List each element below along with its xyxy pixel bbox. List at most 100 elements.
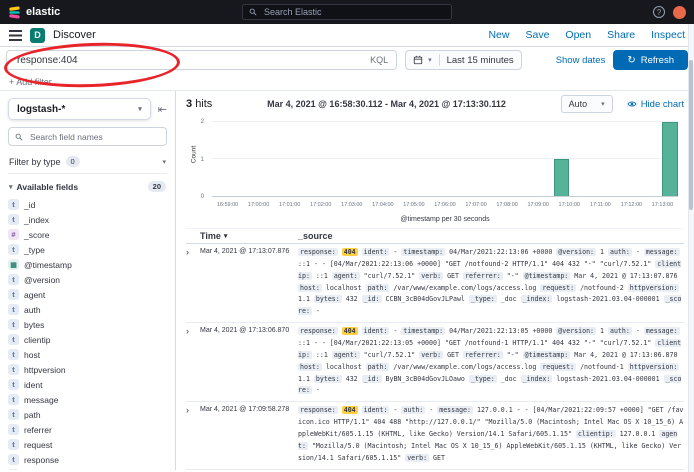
chevron-down-icon: ▾ — [9, 183, 13, 191]
field-item-timestamp[interactable]: ttimestamp — [8, 467, 167, 470]
field-item-path[interactable]: tpath — [8, 407, 167, 422]
collapse-sidebar-icon[interactable]: ⇤ — [158, 103, 167, 116]
x-tick-label: 17:05:00 — [403, 202, 424, 208]
source-field-name: @timestamp: — [523, 272, 571, 280]
hide-chart-button[interactable]: Hide chart — [627, 99, 684, 110]
query-toolbar: KQL ▾ Last 15 minutes Show dates ↻ Refre… — [0, 47, 694, 73]
source-value: 127.0.0.1 — [620, 430, 656, 438]
time-column-header[interactable]: Time ▾ — [200, 231, 298, 241]
global-search-input[interactable] — [262, 6, 445, 18]
source-field-name: auth: — [608, 248, 632, 256]
histogram-bar[interactable] — [662, 122, 678, 196]
field-item-response[interactable]: tresponse — [8, 452, 167, 467]
source-field-name: @version: — [556, 327, 596, 335]
show-dates-button[interactable]: Show dates — [556, 55, 606, 66]
source-value: ::1 — [316, 272, 328, 280]
expand-row-icon[interactable]: › — [186, 247, 200, 318]
source-value: ::1 — [316, 351, 328, 359]
x-tick-label: 17:00:00 — [248, 202, 269, 208]
expand-row-icon[interactable]: › — [186, 405, 200, 464]
field-item-httpversion[interactable]: thttpversion — [8, 362, 167, 377]
field-item-_id[interactable]: t_id — [8, 197, 167, 212]
source-field-name: _type: — [469, 375, 497, 383]
chart-plot — [212, 122, 678, 197]
nav-action-open[interactable]: Open — [565, 29, 591, 41]
menu-icon[interactable] — [9, 30, 22, 41]
source-field-name: response: — [298, 248, 338, 256]
date-picker[interactable]: ▾ Last 15 minutes — [405, 50, 522, 70]
nav-actions: New Save Open Share Inspect — [488, 29, 685, 41]
available-fields-header[interactable]: ▾ Available fields 20 — [8, 174, 167, 197]
query-input[interactable] — [15, 54, 362, 67]
source-value: ::1 - - [04/Mar/2021:22:13:06 +0000] "GE… — [298, 260, 651, 268]
field-name: referrer — [24, 425, 52, 435]
filter-by-type[interactable]: Filter by type 0 ▾ — [8, 152, 167, 174]
x-tick-label: 17:01:00 — [279, 202, 300, 208]
field-item-request[interactable]: trequest — [8, 437, 167, 452]
expand-row-icon[interactable]: › — [186, 326, 200, 397]
index-pattern-label: logstash-* — [17, 104, 65, 115]
field-item-host[interactable]: thost — [8, 347, 167, 362]
x-tick-label: 17:02:00 — [310, 202, 331, 208]
avatar[interactable] — [673, 6, 686, 19]
field-type-icon: t — [8, 334, 19, 345]
query-language-button[interactable]: KQL — [370, 55, 388, 65]
field-name: auth — [24, 305, 41, 315]
x-tick-label: 17:11:00 — [590, 202, 611, 208]
field-item-clientip[interactable]: tclientip — [8, 332, 167, 347]
field-item-_index[interactable]: t_index — [8, 212, 167, 227]
field-type-icon: ▦ — [8, 259, 19, 270]
field-item-_type[interactable]: t_type — [8, 242, 167, 257]
field-item-bytes[interactable]: tbytes — [8, 317, 167, 332]
source-field-name: request: — [540, 363, 576, 371]
document-time: Mar 4, 2021 @ 17:13:07.876 — [200, 247, 298, 318]
refresh-button[interactable]: ↻ Refresh — [613, 50, 688, 70]
nav-action-save[interactable]: Save — [525, 29, 549, 41]
field-item-ident[interactable]: tident — [8, 377, 167, 392]
field-item-agent[interactable]: tagent — [8, 287, 167, 302]
content-area: logstash-* ▾ ⇤ Filter by type 0 ▾ ▾ Avai… — [0, 91, 694, 470]
time-range-display: Mar 4, 2021 @ 16:58:30.112 - Mar 4, 2021… — [226, 99, 546, 109]
interval-select[interactable]: Auto ▾ — [561, 95, 613, 113]
source-value: 1.1 — [298, 375, 310, 383]
field-item-_score[interactable]: #_score — [8, 227, 167, 242]
scrollbar-thumb[interactable] — [689, 60, 693, 210]
field-type-icon: t — [8, 289, 19, 300]
field-name: path — [24, 410, 41, 420]
field-item-referrer[interactable]: treferrer — [8, 422, 167, 437]
global-search[interactable] — [242, 4, 452, 20]
hide-chart-label: Hide chart — [641, 99, 684, 110]
x-tick-label: 16:59:00 — [217, 202, 238, 208]
scrollbar[interactable] — [688, 24, 694, 472]
table-header: Time ▾ _source — [186, 228, 684, 244]
time-range-label[interactable]: Last 15 minutes — [447, 55, 514, 66]
source-field-name: host: — [298, 284, 322, 292]
field-item-message[interactable]: tmessage — [8, 392, 167, 407]
field-item-@version[interactable]: t@version — [8, 272, 167, 287]
query-bar[interactable]: KQL — [6, 50, 397, 70]
source-field-name: message: — [644, 327, 680, 335]
index-pattern-select[interactable]: logstash-* ▾ — [8, 98, 151, 120]
field-search-input[interactable] — [28, 131, 160, 143]
source-field-name: timestamp: — [401, 327, 445, 335]
nav-action-inspect[interactable]: Inspect — [651, 29, 685, 41]
field-type-icon: t — [8, 409, 19, 420]
field-item-auth[interactable]: tauth — [8, 302, 167, 317]
help-icon[interactable]: ? — [653, 6, 665, 18]
add-filter-button[interactable]: + Add filter — [9, 77, 52, 87]
source-value: - — [393, 248, 397, 256]
source-field-name: _id: — [362, 295, 382, 303]
nav-action-new[interactable]: New — [488, 29, 509, 41]
search-icon — [249, 8, 257, 16]
gridline — [212, 158, 678, 159]
field-item-@timestamp[interactable]: ▦@timestamp — [8, 257, 167, 272]
source-value: - — [636, 248, 640, 256]
field-search[interactable] — [8, 127, 167, 146]
hits-number: 3 — [186, 98, 192, 110]
source-value: 04/Mar/2021:22:13:06 +0000 — [449, 248, 552, 256]
source-field-name: path: — [366, 284, 390, 292]
nav-action-share[interactable]: Share — [607, 29, 635, 41]
histogram-bar[interactable] — [554, 159, 570, 196]
source-field-name: path: — [366, 363, 390, 371]
field-name: _index — [24, 215, 49, 225]
